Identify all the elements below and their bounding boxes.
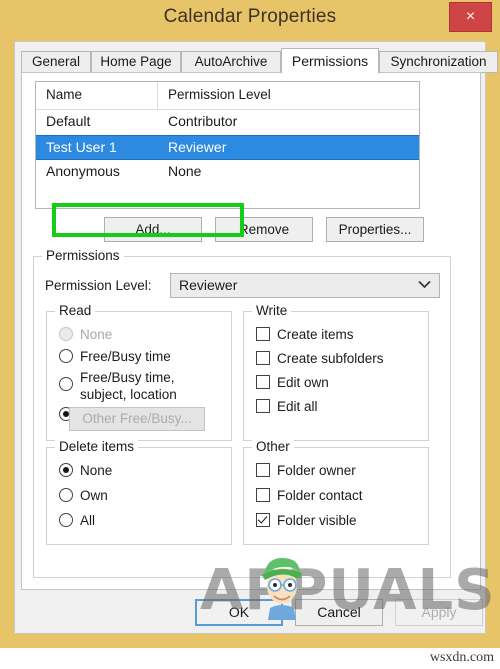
radio-label: None xyxy=(80,463,113,478)
cell-name: Test User 1 xyxy=(46,139,117,155)
permission-list[interactable]: Name Permission Level Default Contributo… xyxy=(35,81,420,209)
radio-read-free-busy-time[interactable]: Free/Busy time xyxy=(59,348,171,365)
close-button[interactable]: × xyxy=(449,2,492,32)
radio-icon xyxy=(59,513,73,527)
permission-level-select[interactable]: Reviewer xyxy=(170,273,440,298)
checkbox-icon xyxy=(256,463,270,477)
table-row[interactable]: Anonymous None xyxy=(36,160,419,185)
delete-items-group: Delete items None Own All xyxy=(46,439,232,545)
radio-icon xyxy=(59,488,73,502)
other-group-title: Other xyxy=(252,439,294,454)
table-row[interactable]: Default Contributor xyxy=(36,110,419,135)
checkbox-label: Folder visible xyxy=(277,513,357,528)
write-group: Write Create items Create subfolders Edi… xyxy=(243,303,429,441)
checkbox-label: Folder contact xyxy=(277,488,363,503)
checkbox-folder-owner[interactable]: Folder owner xyxy=(256,462,356,479)
window-frame: Calendar Properties × General Home Page … xyxy=(0,0,500,648)
checkbox-icon xyxy=(256,327,270,341)
permissions-group: Permissions Permission Level: Reviewer R… xyxy=(33,248,451,578)
remove-button[interactable]: Remove xyxy=(215,217,313,242)
permission-level-label: Permission Level: xyxy=(45,278,152,293)
read-group: Read None Free/Busy time Free/Busy time,… xyxy=(46,303,232,441)
column-header-permission-level[interactable]: Permission Level xyxy=(158,82,419,109)
cell-level: Contributor xyxy=(168,113,238,129)
tab-permissions[interactable]: Permissions xyxy=(281,48,379,74)
tab-general[interactable]: General xyxy=(21,51,91,73)
radio-delete-none[interactable]: None xyxy=(59,462,112,479)
checkbox-label: Folder owner xyxy=(277,463,356,478)
chevron-down-glyph xyxy=(418,280,431,289)
checkbox-icon xyxy=(256,375,270,389)
checkbox-icon xyxy=(256,488,270,502)
cell-name: Default xyxy=(46,113,91,129)
tab-synchronization[interactable]: Synchronization xyxy=(379,51,498,73)
properties-button[interactable]: Properties... xyxy=(326,217,424,242)
action-buttons: Add... Remove Properties... xyxy=(104,217,424,242)
permissions-group-title: Permissions xyxy=(42,248,124,263)
radio-icon xyxy=(59,377,73,391)
other-group: Other Folder owner Folder contact Folder… xyxy=(243,439,429,545)
tab-strip: General Home Page AutoArchive Permission… xyxy=(21,48,498,74)
radio-icon xyxy=(59,349,73,363)
checkbox-icon xyxy=(256,351,270,365)
delete-items-group-title: Delete items xyxy=(55,439,139,454)
radio-label: Free/Busy time xyxy=(80,349,171,364)
checkbox-edit-all[interactable]: Edit all xyxy=(256,398,318,415)
cell-level: None xyxy=(168,163,202,179)
checkbox-icon xyxy=(256,513,270,527)
checkbox-create-items[interactable]: Create items xyxy=(256,326,354,343)
checkbox-folder-contact[interactable]: Folder contact xyxy=(256,487,363,504)
table-row-selected[interactable]: Test User 1 Reviewer xyxy=(36,135,419,160)
radio-delete-all[interactable]: All xyxy=(59,512,95,529)
checkbox-edit-own[interactable]: Edit own xyxy=(256,374,329,391)
checkbox-label: Edit own xyxy=(277,375,329,390)
checkbox-label: Create items xyxy=(277,327,354,342)
checkbox-folder-visible[interactable]: Folder visible xyxy=(256,512,357,529)
read-group-title: Read xyxy=(55,303,96,318)
checkbox-label: Create subfolders xyxy=(277,351,384,366)
radio-label: None xyxy=(80,327,113,342)
radio-icon xyxy=(59,463,73,477)
footer-buttons: OK Cancel Apply xyxy=(195,599,483,626)
tab-home-page[interactable]: Home Page xyxy=(91,51,181,73)
add-button[interactable]: Add... xyxy=(104,217,202,242)
list-header: Name Permission Level xyxy=(36,82,419,110)
write-group-title: Write xyxy=(252,303,292,318)
radio-label: All xyxy=(80,513,96,528)
close-icon: × xyxy=(465,8,476,25)
permissions-tab-panel: Name Permission Level Default Contributo… xyxy=(21,72,481,590)
ok-button[interactable]: OK xyxy=(195,599,283,626)
tab-autoarchive[interactable]: AutoArchive xyxy=(181,51,281,73)
wsxdn-watermark: wsxdn.com xyxy=(429,650,494,665)
radio-label: Own xyxy=(80,488,108,503)
checkbox-icon xyxy=(256,399,270,413)
checkbox-create-subfolders[interactable]: Create subfolders xyxy=(256,350,384,367)
radio-delete-own[interactable]: Own xyxy=(59,487,108,504)
radio-icon xyxy=(59,327,73,341)
chevron-down-icon xyxy=(418,274,431,297)
radio-read-none: None xyxy=(59,326,112,343)
cell-level: Reviewer xyxy=(168,139,227,155)
properties-dialog: General Home Page AutoArchive Permission… xyxy=(14,41,498,634)
cell-name: Anonymous xyxy=(46,163,120,179)
checkbox-label: Edit all xyxy=(277,399,318,414)
title-bar: Calendar Properties × xyxy=(0,0,500,40)
other-free-busy-button: Other Free/Busy... xyxy=(69,407,205,431)
window-title: Calendar Properties xyxy=(163,6,337,27)
cancel-button[interactable]: Cancel xyxy=(295,599,383,626)
column-header-name[interactable]: Name xyxy=(36,82,158,109)
apply-button: Apply xyxy=(395,599,483,626)
permission-level-value: Reviewer xyxy=(179,277,238,293)
radio-label: Free/Busy time, subject, location xyxy=(80,370,177,402)
radio-read-free-busy-subject-location[interactable]: Free/Busy time, subject, location xyxy=(59,369,219,403)
